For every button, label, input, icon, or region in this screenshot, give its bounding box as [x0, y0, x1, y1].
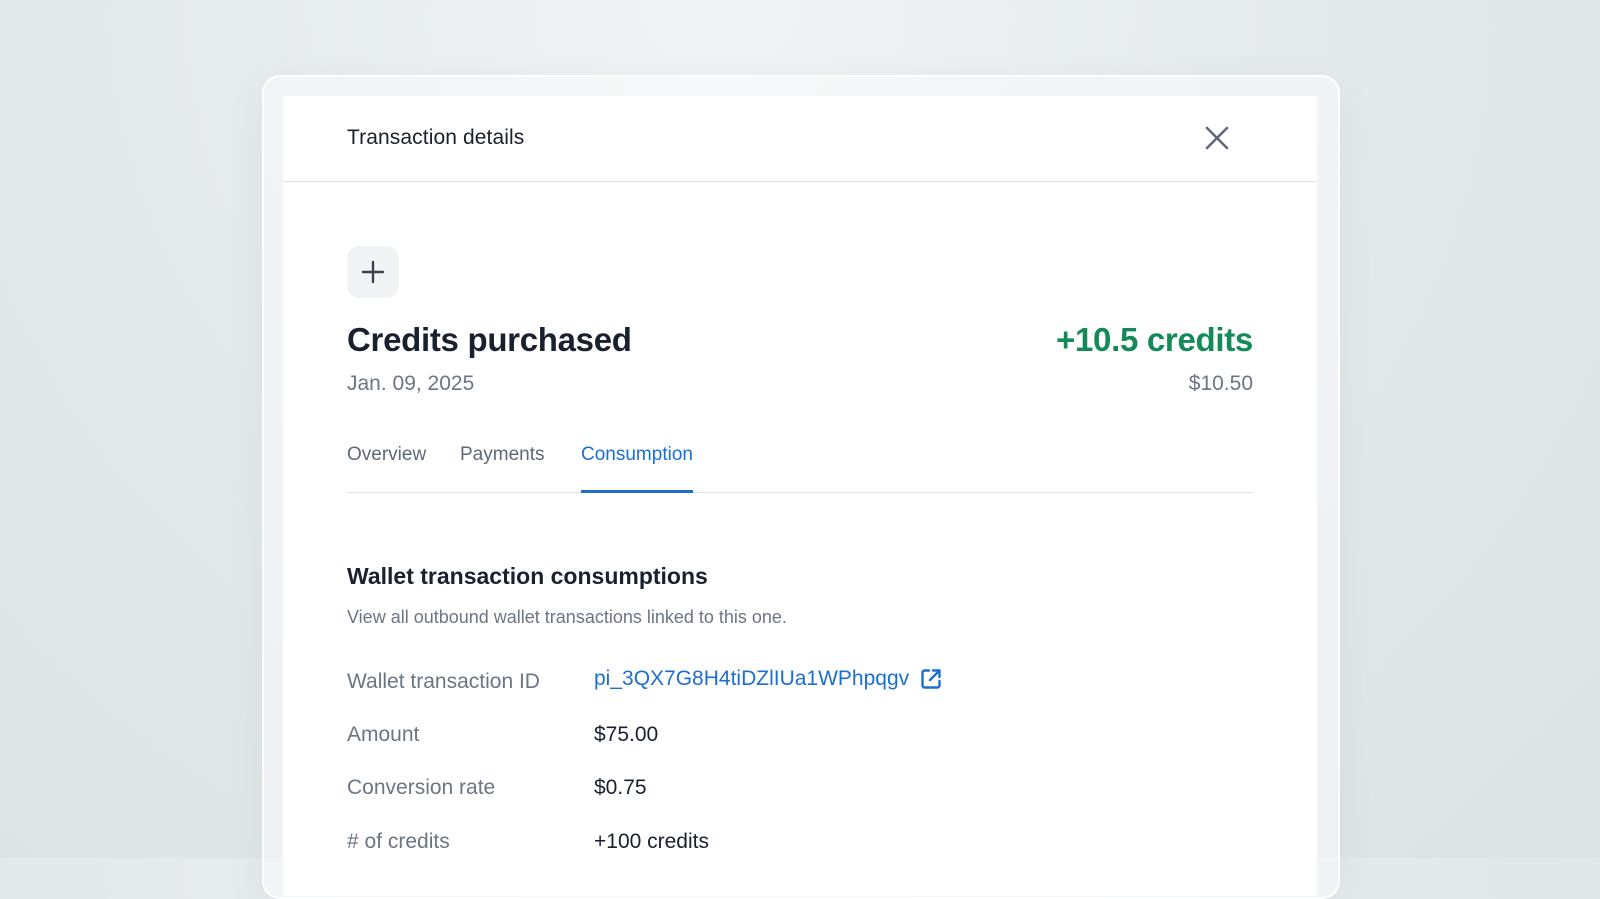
- close-icon: [1205, 126, 1229, 150]
- transaction-details-panel: Transaction details Credits purchased Ja…: [283, 96, 1317, 896]
- tab-bar: Overview Payments Consumption: [347, 438, 1253, 493]
- panel-header: Transaction details: [283, 96, 1317, 182]
- section-description: View all outbound wallet transactions li…: [347, 607, 787, 627]
- credits-amount: +10.5 credits: [1056, 321, 1253, 358]
- tab-overview[interactable]: Overview: [347, 444, 426, 490]
- panel-title: Transaction details: [347, 126, 525, 149]
- transaction-title: Credits purchased: [347, 321, 632, 358]
- external-link-icon: [921, 669, 941, 689]
- transaction-price: $10.50: [1188, 372, 1253, 395]
- wallet-transaction-id-label: Wallet transaction ID: [347, 670, 540, 693]
- wallet-transaction-id-link[interactable]: pi_3QX7G8H4tiDZlIUa1WPhpqgv: [594, 667, 943, 691]
- credits-count-value: +100 credits: [594, 830, 709, 853]
- wallet-transaction-id-value: pi_3QX7G8H4tiDZlIUa1WPhpqgv: [594, 667, 910, 690]
- conversion-rate-label: Conversion rate: [347, 776, 496, 799]
- plus-icon: [361, 260, 385, 284]
- conversion-rate-value: $0.75: [594, 776, 647, 799]
- section-title: Wallet transaction consumptions: [347, 563, 708, 589]
- transaction-type-badge: [347, 246, 399, 298]
- close-button[interactable]: [1202, 123, 1232, 153]
- tab-consumption[interactable]: Consumption: [581, 444, 693, 493]
- credits-count-label: # of credits: [347, 830, 450, 853]
- tab-payments[interactable]: Payments: [460, 444, 544, 490]
- amount-value: $75.00: [594, 723, 659, 746]
- amount-label: Amount: [347, 723, 420, 746]
- transaction-date: Jan. 09, 2025: [347, 372, 475, 395]
